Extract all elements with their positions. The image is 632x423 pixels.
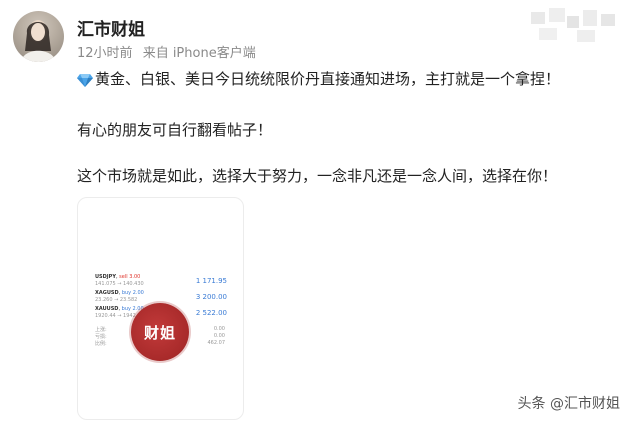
trade-row-2-value: 3 200.00 (195, 293, 227, 301)
author-name[interactable]: 汇市财姐 (77, 15, 145, 40)
trade-row-3: XAUUSD, buy 2.00 (95, 306, 144, 312)
seal-stamp: 财姐 (131, 303, 189, 361)
trade-row-1: USDJPY, sell 3.00 (95, 274, 141, 280)
post-time: 12小时前 (77, 46, 133, 61)
trade-row-1-prices: 141.075 → 140.430 (95, 281, 144, 287)
post-source: 来自 iPhone客户端 (142, 46, 256, 61)
trade-row-1-value: 1 171.95 (195, 277, 227, 285)
post-line-2: 有心的朋友可自行翻看帖子！ (77, 121, 273, 139)
avatar[interactable] (13, 11, 64, 62)
footer-label-3: 比例: (95, 341, 107, 347)
blurred-follow-area (531, 8, 615, 42)
footer-label-1: 上涨: (95, 327, 107, 333)
trade-row-3-value: 2 522.00 (195, 309, 227, 317)
diamond-icon (77, 74, 93, 87)
trade-screenshot-card[interactable]: USDJPY, sell 3.00 141.075 → 140.430 1 17… (77, 197, 244, 420)
source-watermark: 头条 @汇市财姐 (517, 396, 620, 412)
footer-value-1: 0.00 (213, 326, 225, 332)
trade-row-2: XAGUSD, buy 2.00 (95, 290, 144, 296)
post-line-3: 这个市场就是如此，选择大于努力，一念非凡还是一念人间，选择在你！ (77, 167, 558, 185)
footer-label-2: 亏损: (95, 334, 107, 340)
avatar-photo (21, 20, 56, 62)
post-line-1: 黄金、白银、美日今日统统限价丹直接通知进场，主打就是一个拿捏！ (77, 68, 560, 89)
seal-text: 财姐 (143, 323, 176, 342)
footer-value-3: 462.07 (207, 340, 226, 346)
post-meta: 12小时前 来自 iPhone客户端 (77, 42, 262, 61)
trade-row-2-prices: 23.260 → 23.582 (95, 297, 138, 303)
footer-value-2: 0.00 (213, 333, 225, 339)
